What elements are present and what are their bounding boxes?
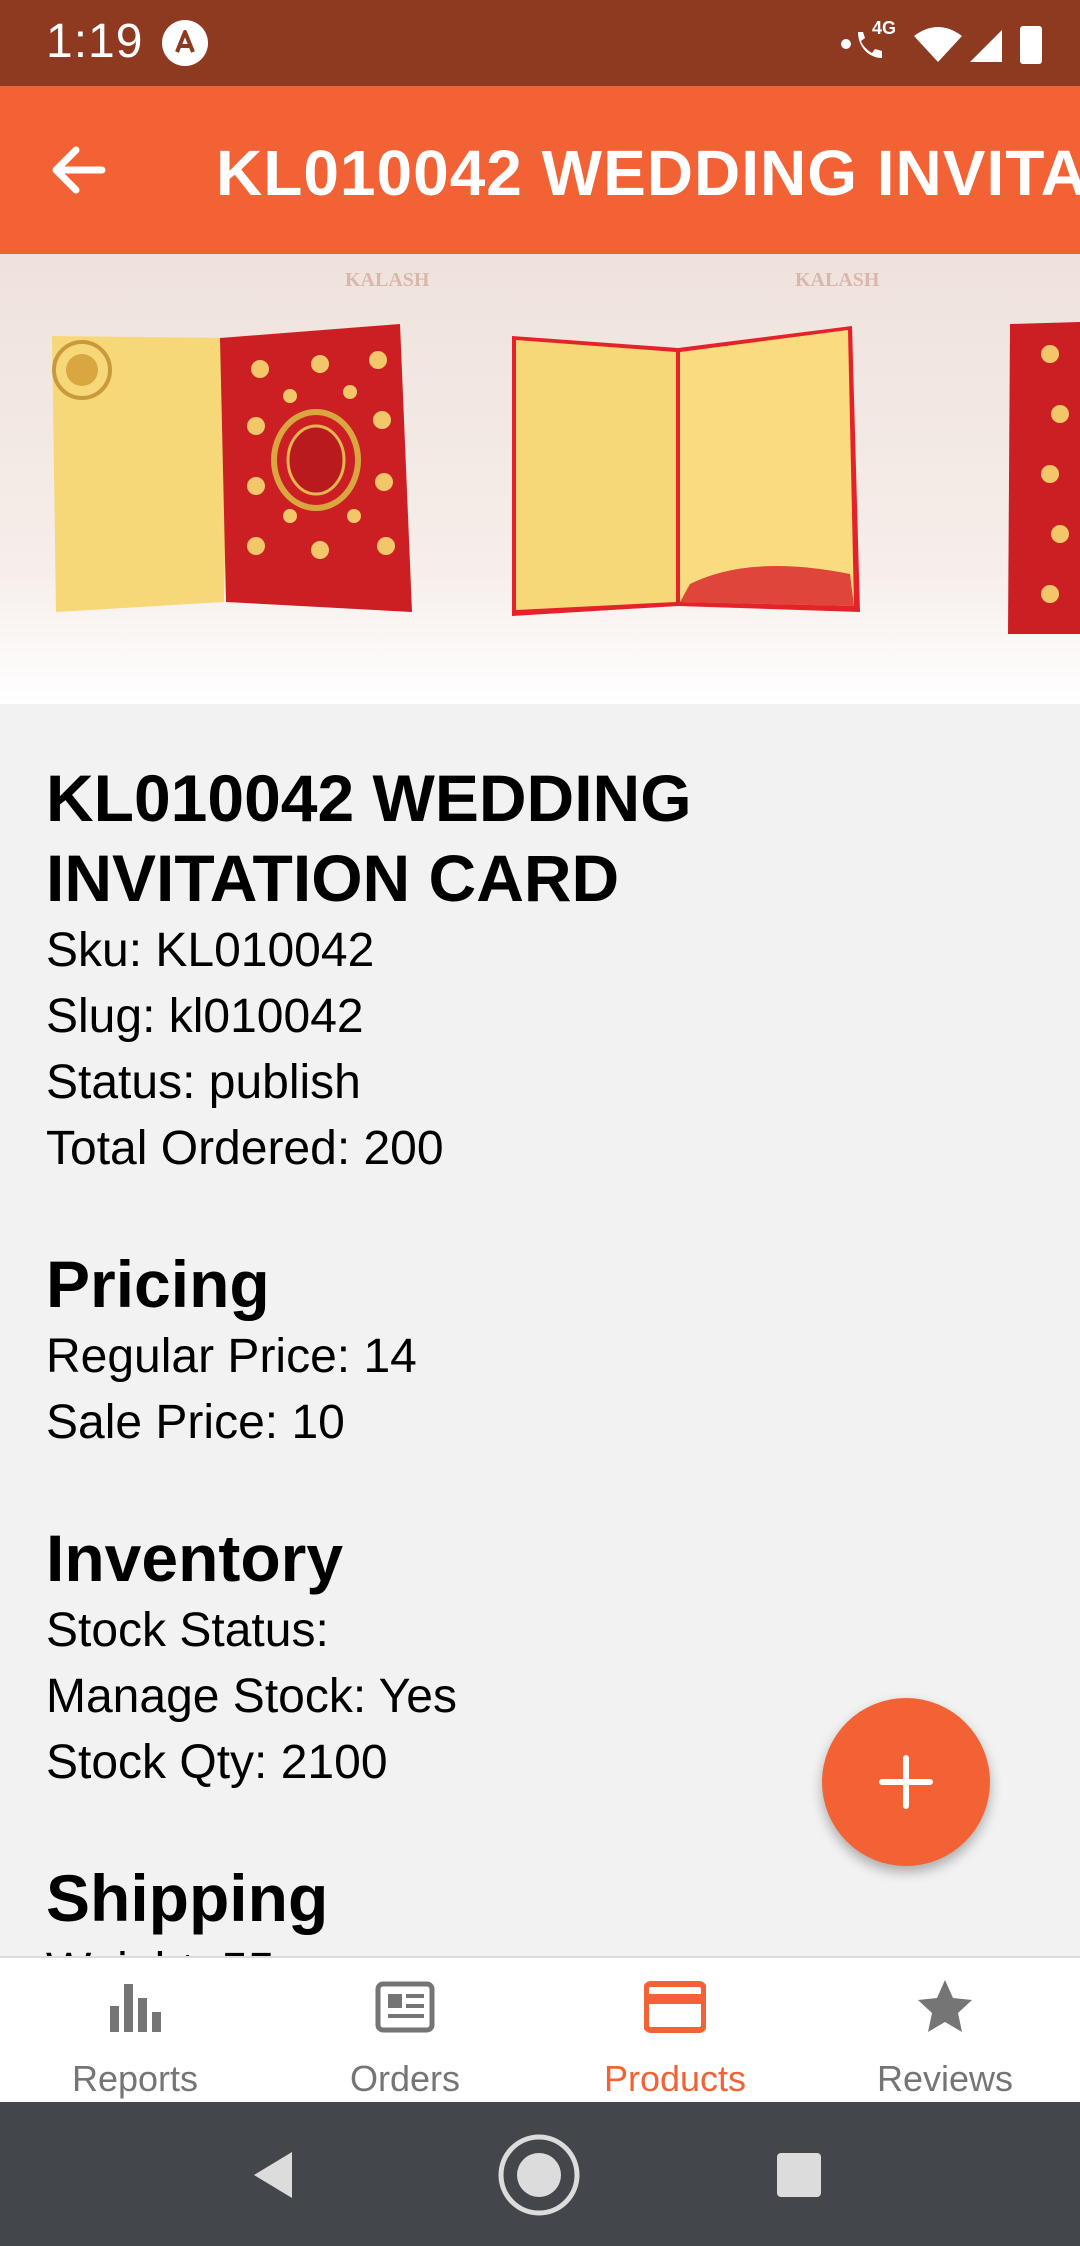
arrow-left-icon	[52, 146, 106, 194]
status-text: Status: publish	[46, 1056, 361, 1109]
4g-icon: 4G	[872, 18, 896, 38]
shipping-heading: Shipping	[46, 1861, 329, 1935]
regular-price-text: Regular Price: 14	[46, 1330, 417, 1383]
app-bar: KL010042 WEDDING INVITATION CARD	[0, 86, 1080, 254]
weight-text: Weight: 55	[46, 1938, 1080, 1956]
home-circle-icon[interactable]	[496, 2132, 582, 2218]
nav-label-reviews: Reviews	[876, 2058, 1014, 2099]
nav-item-reviews[interactable]: Reviews	[810, 1958, 1080, 2104]
image-gallery[interactable]: KALASH KALASH	[0, 254, 1080, 704]
notification-a-icon	[162, 20, 208, 66]
inventory-heading: Inventory	[46, 1521, 344, 1595]
bar-chart-icon	[110, 1984, 161, 2032]
system-navigation-bar	[0, 2102, 1080, 2246]
card-closed-image[interactable]	[900, 254, 1080, 704]
nav-item-orders[interactable]: Orders	[270, 1958, 540, 2104]
total-ordered-text: Total Ordered: 200	[46, 1122, 444, 1175]
nav-label-products: Products	[603, 2058, 747, 2099]
page-title: KL010042 WEDDING INVITATION CARD	[216, 137, 1080, 209]
bottom-navigation: Reports Orders Products Reviews	[0, 1956, 1080, 2102]
status-time: 1:19	[46, 15, 144, 68]
recents-square-icon[interactable]	[776, 2152, 822, 2198]
wifi-icon	[914, 27, 962, 62]
credit-card-icon	[644, 1981, 706, 2033]
back-triangle-icon[interactable]	[248, 2148, 298, 2202]
product-title: KL010042 WEDDING INVITATION CARD	[46, 761, 692, 915]
nav-label-orders: Orders	[349, 2058, 461, 2099]
svg-text:KALASH: KALASH	[795, 269, 880, 291]
star-icon	[918, 1980, 972, 2032]
nav-item-products[interactable]: Products	[540, 1958, 810, 2104]
pricing-section: Pricing Regular Price: 14 Sale Price: 10	[0, 1244, 1080, 1456]
nav-item-reports[interactable]: Reports	[0, 1958, 270, 2104]
sale-price-text: Sale Price: 10	[46, 1396, 345, 1449]
shipping-section: Shipping Weight: 55	[0, 1858, 1080, 1956]
plus-icon	[879, 1755, 933, 1809]
newspaper-icon	[375, 1981, 435, 2033]
back-button[interactable]	[40, 132, 116, 208]
svg-text:KALASH: KALASH	[345, 269, 430, 291]
status-icons: 4G	[841, 18, 1042, 64]
add-fab-button[interactable]	[822, 1698, 990, 1866]
status-bar: 1:19 4G	[0, 0, 1080, 86]
stock-status-text: Stock Status:	[46, 1604, 329, 1657]
battery-icon	[1020, 26, 1042, 64]
signal-icon	[970, 30, 1002, 62]
sku-text: Sku: KL010042	[46, 924, 375, 977]
product-summary-section: KL010042 WEDDING INVITATION CARD Sku: KL…	[0, 758, 1080, 1182]
card-open-front-image[interactable]: KALASH	[0, 254, 450, 704]
nav-label-reports: Reports	[71, 2058, 199, 2099]
pricing-heading: Pricing	[46, 1247, 270, 1321]
slug-text: Slug: kl010042	[46, 990, 364, 1043]
card-open-inside-image[interactable]: KALASH	[450, 254, 900, 704]
